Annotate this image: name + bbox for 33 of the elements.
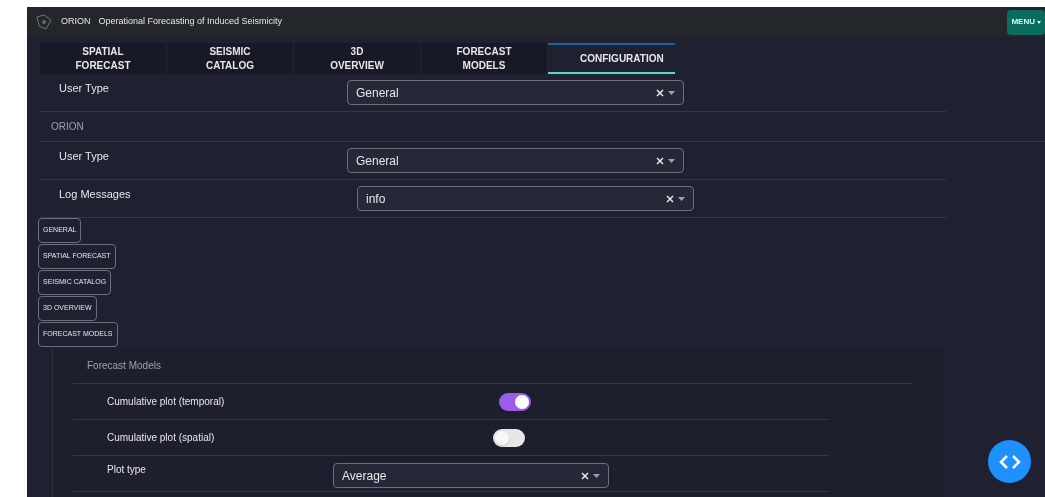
- clear-icon[interactable]: [656, 156, 664, 165]
- dropdown-field[interactable]: Average: [333, 463, 609, 488]
- tab[interactable]: FORECAST MODELS: [421, 43, 548, 74]
- tab[interactable]: SEISMIC CATALOG: [167, 43, 294, 74]
- caret-icon[interactable]: [668, 90, 675, 95]
- caret-icon[interactable]: [593, 473, 600, 478]
- field-label: Cumulative plot (spatial): [106, 431, 216, 445]
- dropdown-field[interactable]: General: [347, 148, 684, 173]
- toggle-switch[interactable]: [493, 428, 525, 447]
- field-label: Log Messages: [58, 187, 132, 203]
- toggle-switch[interactable]: [499, 392, 531, 411]
- dropdown-field[interactable]: General: [347, 80, 684, 105]
- field-label: User Type: [58, 81, 110, 97]
- tab[interactable]: SPATIAL FORECAST: [40, 43, 167, 74]
- clear-icon[interactable]: [666, 194, 674, 203]
- caret-icon[interactable]: [668, 158, 675, 163]
- code-icon: [998, 453, 1021, 470]
- clear-icon[interactable]: [581, 471, 589, 480]
- section-title: Forecast Models: [87, 359, 161, 373]
- clear-icon[interactable]: [656, 88, 664, 97]
- field-label: User Type: [58, 149, 110, 165]
- logo-icon: [35, 13, 53, 31]
- tab[interactable]: 3D OVERVIEW: [294, 43, 421, 74]
- caret-icon[interactable]: [678, 196, 685, 201]
- app-subtitle: Operational Forecasting of Induced Seismicity: [98, 15, 283, 29]
- app-name: ORION: [61, 15, 91, 29]
- caret-icon: [1037, 20, 1041, 24]
- field-label: Cumulative plot (temporal): [106, 395, 226, 409]
- menu-button[interactable]: MENU: [1007, 9, 1045, 35]
- tab[interactable]: CONFIGURATION: [548, 43, 675, 74]
- section-title: ORION: [50, 120, 84, 134]
- dropdown-field[interactable]: info: [357, 186, 694, 211]
- field-label: Plot type: [106, 463, 147, 477]
